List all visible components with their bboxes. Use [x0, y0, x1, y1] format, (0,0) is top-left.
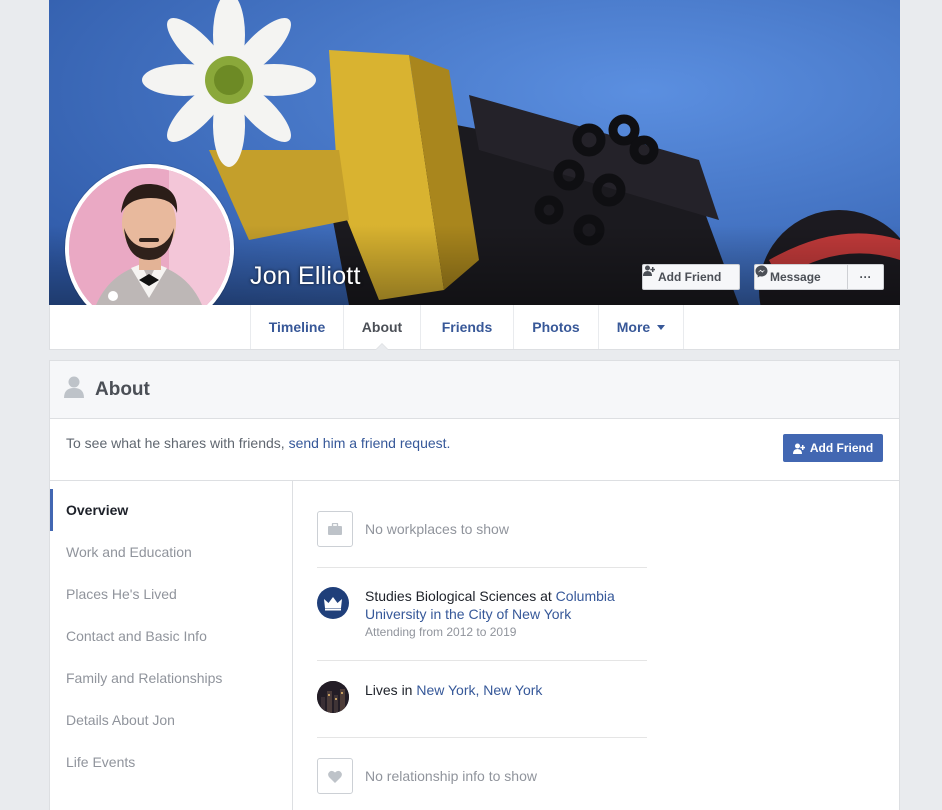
add-friend-label: Add Friend: [658, 270, 722, 284]
add-friend-primary-label: Add Friend: [809, 441, 874, 455]
message-button[interactable]: Message: [754, 264, 848, 290]
tab-about[interactable]: About: [343, 305, 420, 350]
section-details[interactable]: Details About Jon: [50, 699, 292, 741]
section-contact-info[interactable]: Contact and Basic Info: [50, 615, 292, 657]
tab-timeline[interactable]: Timeline: [250, 305, 343, 349]
send-friend-request-link[interactable]: send him a friend request.: [289, 435, 451, 451]
tab-more[interactable]: More: [598, 305, 684, 349]
section-overview[interactable]: Overview: [50, 489, 292, 531]
more-options-button[interactable]: ···: [847, 264, 884, 290]
tab-photos[interactable]: Photos: [513, 305, 598, 349]
profile-navbar: Timeline About Friends Photos More: [49, 305, 900, 350]
section-life-events[interactable]: Life Events: [50, 741, 292, 783]
columbia-crown-icon[interactable]: [317, 587, 349, 619]
no-relationship-text: No relationship info to show: [365, 768, 537, 784]
about-header: About: [50, 361, 899, 419]
tab-friends[interactable]: Friends: [420, 305, 513, 349]
friend-request-message: To see what he shares with friends, send…: [66, 435, 450, 451]
education-attending-text: Attending from 2012 to 2019: [365, 625, 517, 639]
section-work-education[interactable]: Work and Education: [50, 531, 292, 573]
lives-city-link[interactable]: New York, New York: [416, 682, 542, 698]
education-text: Studies Biological Sciences at Columbia …: [365, 587, 647, 623]
overview-work-row: No workplaces to show: [317, 481, 647, 568]
friend-request-bar: To see what he shares with friends, send…: [50, 419, 899, 481]
no-workplaces-text: No workplaces to show: [365, 521, 509, 537]
add-friend-primary-button[interactable]: Add Friend: [783, 434, 883, 462]
tab-more-label: More: [616, 319, 651, 335]
section-family-relationships[interactable]: Family and Relationships: [50, 657, 292, 699]
add-friend-button[interactable]: Add Friend: [642, 264, 740, 290]
briefcase-icon: [317, 511, 353, 547]
overview-lives-row: Lives in New York, New York: [317, 661, 647, 738]
friend-request-text: To see what he shares with friends,: [66, 435, 289, 451]
person-icon: [64, 376, 84, 403]
chevron-down-icon: [657, 324, 666, 330]
heart-icon: [317, 758, 353, 794]
more-dots-icon: ···: [859, 270, 872, 284]
lives-prefix: Lives in: [365, 682, 417, 698]
about-body: Overview Work and Education Places He's …: [50, 481, 899, 810]
lives-text: Lives in New York, New York: [365, 681, 542, 699]
overview-content: No workplaces to show Studies Biological…: [317, 481, 647, 810]
message-label: Message: [770, 270, 821, 284]
education-prefix: Studies Biological Sciences at: [365, 588, 556, 604]
profile-name[interactable]: Jon Elliott: [250, 262, 361, 291]
add-friend-icon: [792, 443, 805, 454]
section-places-lived[interactable]: Places He's Lived: [50, 573, 292, 615]
overview-relationship-row: No relationship info to show: [317, 738, 647, 810]
city-thumbnail[interactable]: [317, 681, 349, 713]
about-title: About: [95, 378, 150, 400]
overview-education-row: Studies Biological Sciences at Columbia …: [317, 568, 647, 661]
about-section-nav: Overview Work and Education Places He's …: [50, 481, 293, 810]
about-panel: About To see what he shares with friends…: [49, 360, 900, 810]
